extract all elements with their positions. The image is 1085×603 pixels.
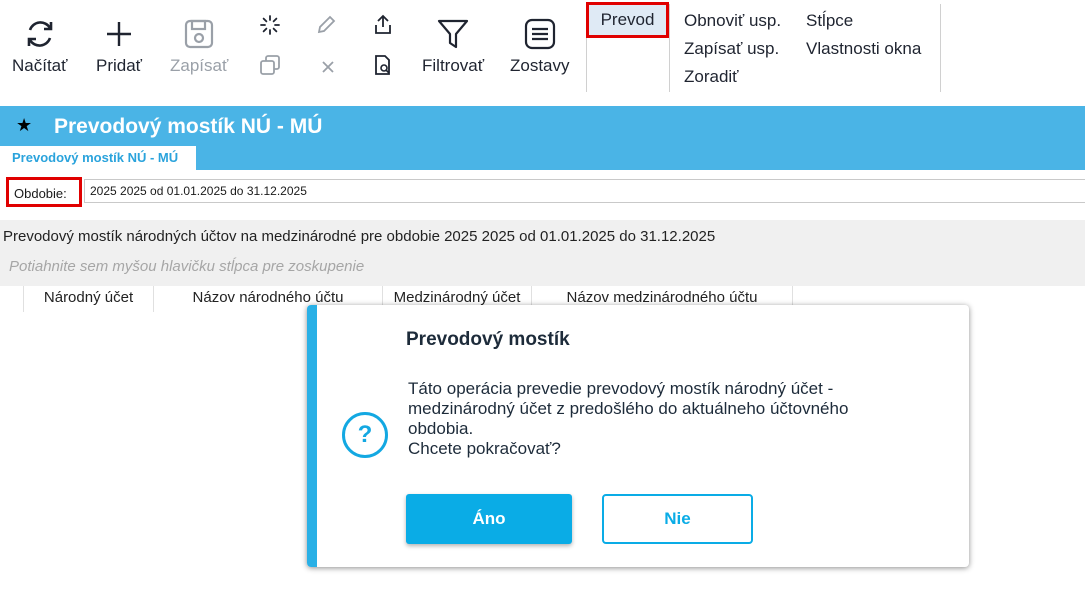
zapisat-usp-button[interactable]: Zapísať usp. — [684, 39, 779, 59]
confirm-dialog: Prevodový mostík ? Táto operácia prevedi… — [307, 305, 969, 567]
pridat-label: Pridať — [96, 56, 143, 75]
column-header-narodny-ucet[interactable]: Národný účet — [24, 286, 154, 312]
question-icon: ? — [342, 412, 388, 458]
plus-icon — [101, 14, 137, 54]
window-titlebar: ★ Prevodový mostík NÚ - MÚ — [0, 106, 1085, 150]
prevod-button[interactable]: Prevod — [586, 2, 669, 38]
zostavy-button[interactable]: Zostavy — [510, 14, 570, 76]
zostavy-label: Zostavy — [510, 56, 570, 75]
group-panel-hint[interactable]: Potiahnite sem myšou hlavičku stĺpca pre… — [9, 258, 364, 275]
toolbar: Načítať Pridať Zapísať Filtrovať Zostavy… — [0, 0, 1085, 100]
refresh-icon — [22, 14, 58, 54]
toolbar-separator — [669, 4, 670, 92]
report-icon — [522, 14, 558, 54]
filtrovat-label: Filtrovať — [422, 56, 485, 75]
zapisat-button[interactable]: Zapísať — [170, 14, 228, 76]
yes-button[interactable]: Áno — [406, 494, 572, 544]
nacitat-button[interactable]: Načítať — [12, 14, 68, 76]
prevod-label: Prevod — [600, 10, 655, 29]
yes-label: Áno — [472, 509, 506, 528]
dialog-accent-bar — [307, 305, 317, 567]
nacitat-label: Načítať — [12, 56, 68, 75]
filter-icon — [435, 14, 471, 54]
export-icon[interactable] — [370, 12, 396, 38]
vlastnosti-okna-button[interactable]: Vlastnosti okna — [806, 39, 921, 59]
close-icon[interactable] — [315, 54, 341, 80]
edit-icon[interactable] — [313, 12, 339, 38]
copy-icon[interactable] — [257, 52, 283, 78]
grid-caption: Prevodový mostík národných účtov na medz… — [3, 228, 716, 245]
no-label: Nie — [664, 509, 691, 528]
dialog-title: Prevodový mostík — [406, 329, 570, 350]
tab-prevodovy-mostik[interactable]: Prevodový mostík NÚ - MÚ — [0, 146, 196, 170]
pridat-button[interactable]: Pridať — [96, 14, 142, 76]
zoradit-button[interactable]: Zoradiť — [684, 67, 739, 87]
preview-icon[interactable] — [370, 52, 396, 78]
stlpce-button[interactable]: Stĺpce — [806, 11, 853, 31]
loading-icon[interactable] — [257, 12, 283, 38]
save-icon — [181, 14, 217, 54]
toolbar-separator — [940, 4, 941, 92]
zapisat-label: Zapísať — [170, 56, 229, 75]
dialog-message: Táto operácia prevedie prevodový mostík … — [408, 379, 849, 458]
no-button[interactable]: Nie — [602, 494, 753, 544]
obdobie-field[interactable]: 2025 2025 od 01.01.2025 do 31.12.2025 — [84, 179, 1085, 203]
window-title: Prevodový mostík NÚ - MÚ — [54, 115, 323, 138]
star-icon[interactable]: ★ — [16, 115, 32, 136]
obnovit-usp-button[interactable]: Obnoviť usp. — [684, 11, 781, 31]
obdobie-label: Obdobie: — [6, 177, 82, 207]
filtrovat-button[interactable]: Filtrovať — [422, 14, 484, 76]
